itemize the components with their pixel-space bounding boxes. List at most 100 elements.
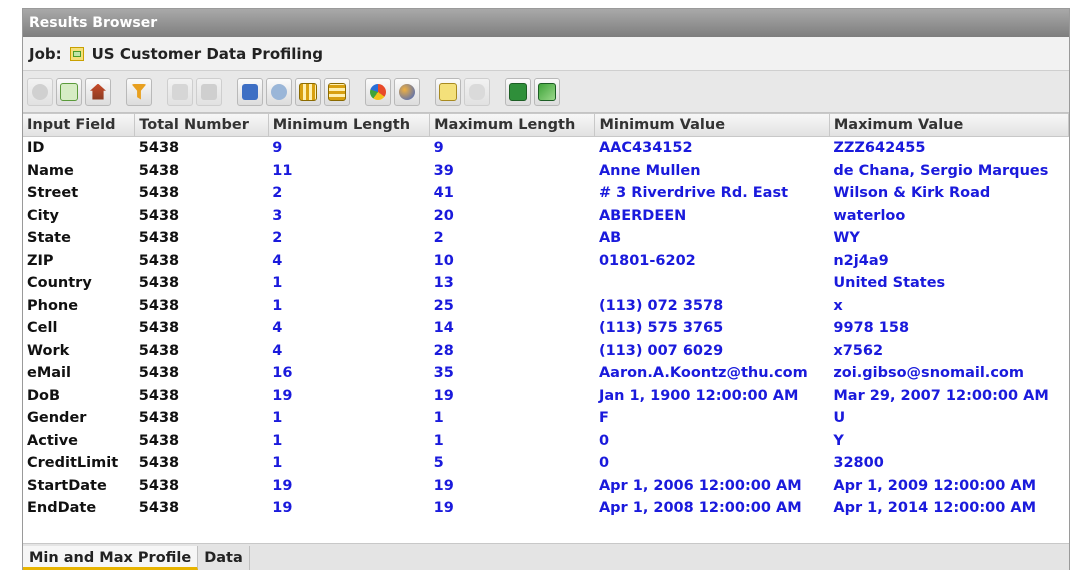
excel-icon[interactable] (505, 77, 531, 106)
table-cell: 5438 (138, 432, 180, 449)
table-cell: Name (27, 162, 74, 179)
table-cell: 5438 (138, 320, 180, 337)
table-cell: Mar 29, 2007 12:00:00 AM (833, 387, 1049, 404)
table-cell: 5438 (138, 297, 180, 314)
table-cell: Street (27, 185, 79, 202)
table-cell: City (27, 207, 59, 224)
table-row[interactable]: Phone 5438 1 25 (113) 072 3578 x (23, 295, 1069, 318)
table-cell: 1 (433, 432, 444, 449)
export-icon[interactable] (237, 77, 263, 106)
table-cell: 20 (433, 207, 454, 224)
table-cell: Gender (27, 410, 87, 427)
table-row[interactable]: StartDate 5438 19 19 Apr 1, 2006 12:00:00 AM… (23, 475, 1069, 498)
table-row[interactable]: Street 5438 2 41 # 3 Riverdrive Rd. East Wils… (23, 182, 1069, 205)
excel-export-icon[interactable] (534, 77, 560, 106)
table-cell: zoi.gibso@snomail.com (833, 365, 1024, 382)
table-row[interactable]: ZIP 5438 4 10 01801-6202 n2j4a9 (23, 250, 1069, 273)
table-cell: Apr 1, 2009 12:00:00 AM (833, 477, 1037, 494)
table-row[interactable]: Gender 5438 1 1 F U (23, 407, 1069, 430)
table-cell: 9 (433, 140, 444, 157)
columns-icon[interactable] (295, 77, 321, 106)
table-cell: 32800 (833, 455, 884, 472)
table-cell: 0 (598, 432, 610, 449)
table-cell: 1 (272, 297, 283, 314)
job-bar: Job: US Customer Data Profiling (23, 37, 1069, 71)
table-cell: Apr 1, 2008 12:00:00 AM (598, 500, 802, 517)
table-cell: Cell (27, 320, 58, 337)
table-row[interactable]: EndDate 5438 19 19 Apr 1, 2008 12:00:00 AM Ap… (23, 497, 1069, 520)
rows-icon[interactable] (324, 77, 350, 106)
tab-min-max-profile[interactable]: Min and Max Profile (23, 546, 199, 570)
table-cell: 19 (433, 477, 454, 494)
table-row[interactable]: City 5438 3 20 ABERDEEN waterloo (23, 205, 1069, 228)
table-cell: United States (833, 275, 946, 292)
table-cell: 25 (433, 297, 454, 314)
table-cell: WY (833, 230, 860, 247)
table-cell: DoB (27, 387, 61, 404)
table-cell: 35 (433, 365, 454, 382)
scissors-icon[interactable] (266, 77, 292, 106)
table-cell: Phone (27, 297, 79, 314)
table-cell: 0 (598, 455, 610, 472)
column-header[interactable]: Minimum Length (268, 114, 431, 137)
table-row[interactable]: ID 5438 9 9 AAC434152 ZZZ642455 (23, 137, 1069, 160)
table-cell: # 3 Riverdrive Rd. East (598, 185, 789, 202)
column-header[interactable]: Maximum Length (429, 114, 596, 137)
job-name: US Customer Data Profiling (91, 44, 323, 63)
table-cell: 19 (272, 387, 293, 404)
table-cell: Aaron.A.Koontz@thu.com (598, 365, 808, 382)
table-row[interactable]: Country 5438 1 13 United States (23, 272, 1069, 295)
pie-chart-icon[interactable] (365, 77, 391, 106)
table-cell: AB (598, 230, 622, 247)
refresh-icon[interactable] (56, 77, 82, 106)
table-cell: ZIP (27, 252, 54, 269)
column-header[interactable]: Maximum Value (829, 114, 1070, 137)
column-header[interactable]: Total Number (134, 114, 269, 137)
results-browser-window: Results Browser Job: US Customer Data Pr… (22, 8, 1070, 570)
column-header[interactable]: Minimum Value (594, 114, 830, 137)
table-row[interactable]: Active 5438 1 1 0 Y (23, 430, 1069, 453)
table-cell: 5438 (138, 140, 180, 157)
table-cell: Anne Mullen (598, 162, 701, 179)
table-cell: 4 (272, 342, 283, 359)
cylinder-icon[interactable] (464, 77, 490, 106)
report-icon[interactable] (435, 77, 461, 106)
globe-icon[interactable] (394, 77, 420, 106)
table-cell: 5438 (138, 275, 180, 292)
table-row[interactable]: Name 5438 11 39 Anne Mullen de Chana, Sergio… (23, 160, 1069, 183)
table-cell: 11 (272, 162, 293, 179)
table-cell: ZZZ642455 (833, 140, 926, 157)
job-icon (69, 46, 84, 61)
filter-icon[interactable] (126, 77, 152, 106)
table-cell: 19 (433, 500, 454, 517)
tab-data[interactable]: Data (198, 546, 250, 570)
table-cell: 14 (433, 320, 454, 337)
paste-icon[interactable] (196, 77, 222, 106)
table-row[interactable]: State 5438 2 2 AB WY (23, 227, 1069, 250)
table-cell: (113) 575 3765 (598, 320, 724, 337)
table-cell: Apr 1, 2014 12:00:00 AM (833, 500, 1037, 517)
home-icon[interactable] (85, 77, 111, 106)
table-cell: 2 (433, 230, 444, 247)
copy-icon[interactable] (167, 77, 193, 106)
table-cell: Country (27, 275, 92, 292)
table-cell: 19 (433, 387, 454, 404)
table-row[interactable]: eMail 5438 16 35 Aaron.A.Koontz@thu.com zoi.g… (23, 362, 1069, 385)
table-cell: 3 (272, 207, 283, 224)
table-cell: 5438 (138, 230, 180, 247)
table-cell: ABERDEEN (598, 207, 687, 224)
table-cell: 1 (272, 410, 283, 427)
table-row[interactable]: Cell 5438 4 14 (113) 575 3765 9978 158 (23, 317, 1069, 340)
table-cell: 13 (433, 275, 454, 292)
table-cell: State (27, 230, 71, 247)
table-cell: StartDate (27, 477, 107, 494)
table-cell: 1 (272, 432, 283, 449)
results-grid: Input Field Total Number Minimum Length Max… (23, 113, 1070, 544)
table-cell: (113) 072 3578 (598, 297, 724, 314)
table-cell: x7562 (833, 342, 884, 359)
column-header[interactable]: Input Field (23, 114, 136, 137)
table-row[interactable]: Work 5438 4 28 (113) 007 6029 x7562 (23, 340, 1069, 363)
table-row[interactable]: DoB 5438 19 19 Jan 1, 1900 12:00:00 AM Mar 29… (23, 385, 1069, 408)
stop-icon[interactable] (27, 77, 53, 106)
table-row[interactable]: CreditLimit 5438 1 5 0 32800 (23, 452, 1069, 475)
